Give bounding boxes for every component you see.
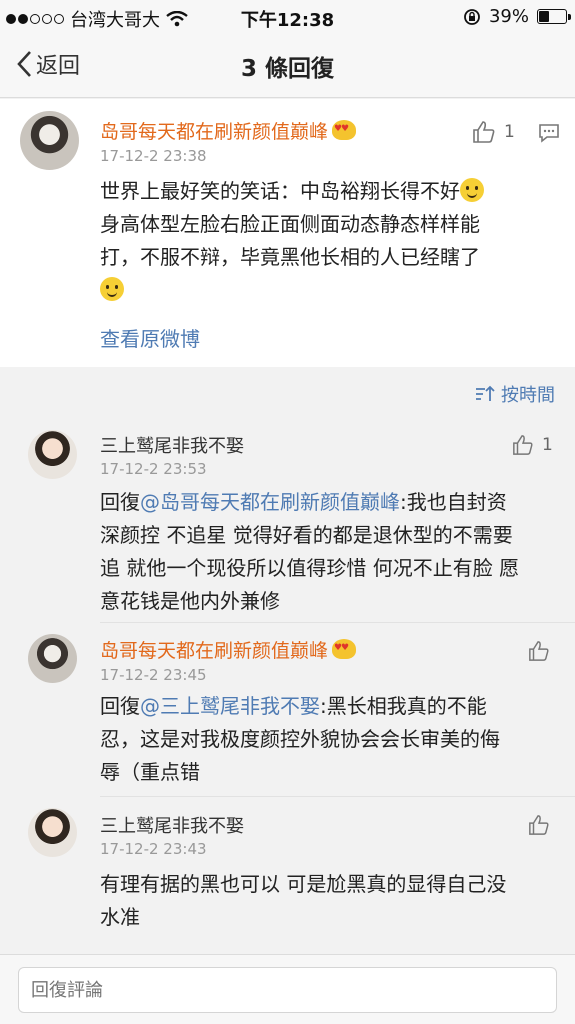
- sort-icon: [476, 385, 495, 401]
- view-original-link[interactable]: 查看原微博: [100, 323, 200, 352]
- post-like-button[interactable]: 1: [472, 120, 515, 144]
- status-bar: 台湾大哥大 下午12:38 39%: [0, 0, 575, 34]
- battery-icon: [537, 9, 571, 24]
- original-post: 岛哥每天都在刷新颜值巅峰 17-12-2 23:38 1 世界上最好笑的笑话：中…: [0, 99, 575, 367]
- mention-link[interactable]: @三上鹫尾非我不娶: [140, 694, 320, 718]
- thumbs-up-icon[interactable]: [528, 814, 550, 836]
- reply-text: 回復@岛哥每天都在刷新颜值巅峰:我也自封资 深颜控 不追星 觉得好看的都是退休型…: [100, 490, 520, 613]
- reply-time: 17-12-2 23:45: [100, 666, 207, 684]
- reply-time: 17-12-2 23:53: [100, 460, 207, 478]
- battery-percent: 39%: [488, 6, 529, 27]
- avatar[interactable]: [28, 808, 77, 857]
- reply-author[interactable]: 岛哥每天都在刷新颜值巅峰: [100, 640, 328, 662]
- smile-emoji-icon: [460, 178, 484, 202]
- post-text: 世界上最好笑的笑话：中岛裕翔长得不好 身高体型左脸右脸正面侧面动态静态样样能 打…: [100, 175, 560, 307]
- post-author[interactable]: 岛哥每天都在刷新颜值巅峰: [100, 121, 328, 143]
- reply-like-button[interactable]: 1: [512, 434, 553, 456]
- divider: [100, 796, 575, 797]
- avatar[interactable]: [28, 430, 77, 479]
- comment-input[interactable]: [18, 967, 557, 1013]
- reply-text: 有理有据的黑也可以 可是尬黑真的显得自己没 水准: [100, 872, 507, 929]
- avatar[interactable]: [28, 634, 77, 683]
- thumbs-up-icon[interactable]: [528, 640, 550, 662]
- crown-emoji-icon: [332, 639, 357, 659]
- reply-text: 回復@三上鹫尾非我不娶:黑长相我真的不能 忍，这是对我极度颜控外貌协会会长审美的…: [100, 694, 500, 784]
- sort-bar: 按時間: [0, 370, 575, 416]
- post-time: 17-12-2 23:38: [100, 147, 207, 165]
- mention-link[interactable]: @岛哥每天都在刷新颜值巅峰: [140, 490, 400, 514]
- reply-time: 17-12-2 23:43: [100, 840, 207, 858]
- comment-icon[interactable]: [538, 122, 560, 144]
- thumbs-up-icon: [513, 435, 533, 455]
- avatar[interactable]: [20, 111, 79, 170]
- sort-button[interactable]: 按時間: [475, 381, 555, 407]
- crown-emoji-icon: [332, 120, 357, 140]
- thumbs-up-icon: [473, 121, 495, 143]
- reply-author[interactable]: 三上鹫尾非我不娶: [100, 432, 244, 458]
- reply-list: 三上鹫尾非我不娶 17-12-2 23:53 1 回復@岛哥每天都在刷新颜值巅峰…: [0, 416, 575, 954]
- divider: [100, 622, 575, 623]
- reply-like-count: 1: [542, 435, 553, 455]
- thinking-emoji-icon: [100, 277, 124, 301]
- sort-label: 按時間: [501, 385, 555, 406]
- nav-bar: 返回 3 條回復: [0, 34, 575, 98]
- page-title: 3 條回復: [240, 56, 334, 82]
- comment-input-bar: [0, 954, 575, 1024]
- post-like-count: 1: [504, 122, 515, 142]
- rotation-lock-icon: [464, 8, 480, 25]
- reply-author[interactable]: 三上鹫尾非我不娶: [100, 812, 244, 838]
